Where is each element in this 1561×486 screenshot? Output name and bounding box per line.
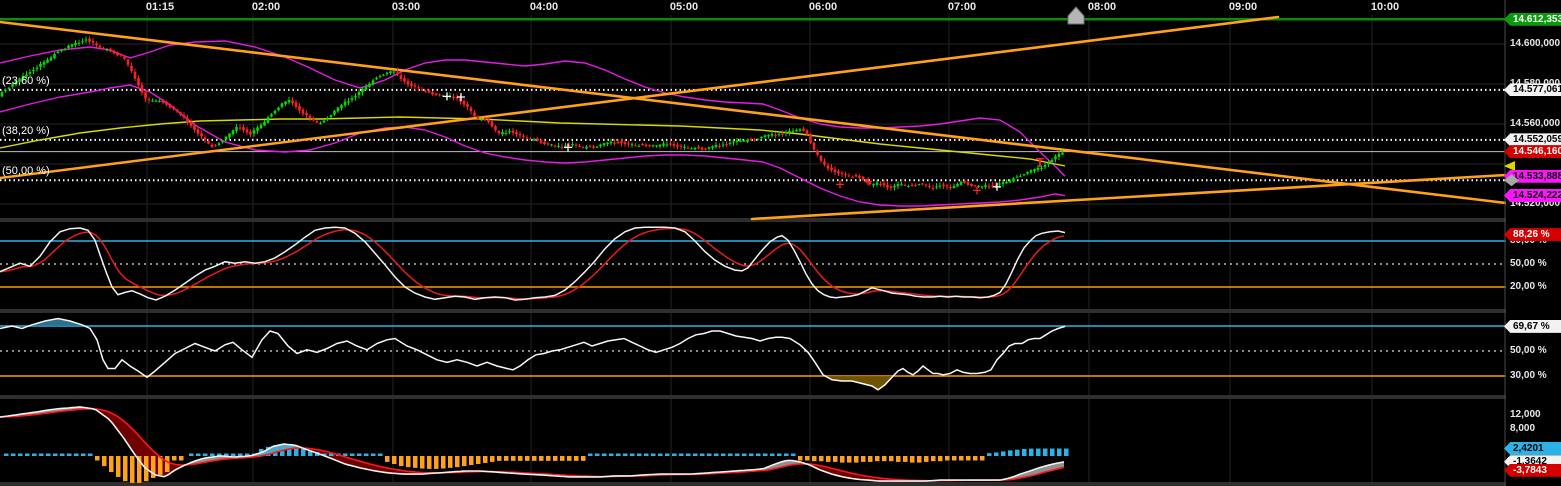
trading-chart[interactable]: T 01:1502:0003:0004:0005:0006:0007:0008:… bbox=[0, 0, 1561, 486]
red-T-marker: T bbox=[1036, 155, 1044, 170]
up-arrow-marker[interactable] bbox=[1068, 7, 1084, 24]
chart-canvas[interactable]: T bbox=[0, 0, 1561, 486]
